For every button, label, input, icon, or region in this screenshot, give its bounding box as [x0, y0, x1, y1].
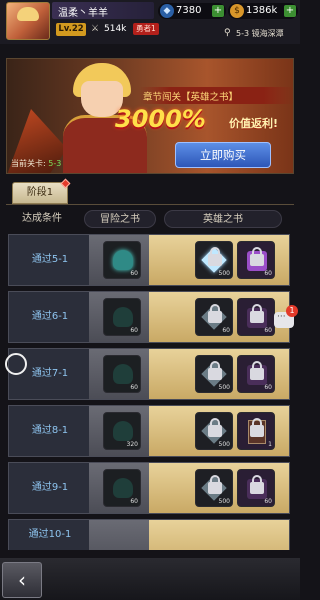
rank-badge: 勇者1	[133, 23, 159, 35]
touch-cursor-indicator	[5, 353, 27, 375]
lock-icon	[208, 418, 222, 437]
map-pin-icon: ⚲	[224, 28, 231, 38]
hero-reward-item[interactable]: 60	[237, 469, 275, 507]
banner-title: 章节闯关【英雄之书】	[143, 92, 239, 103]
player-name: 温柔丶羊羊	[58, 8, 108, 19]
lock-icon	[208, 475, 222, 494]
adventure-reward-item[interactable]: 60	[103, 355, 141, 393]
reward-row: 通过7-1 60 500 60	[8, 348, 290, 400]
lock-icon	[208, 247, 222, 266]
hero-reward-cell: 500 1	[149, 406, 289, 456]
column-condition: 达成条件	[22, 213, 62, 224]
add-gold-button[interactable]: +	[284, 5, 296, 17]
reward-row: 通过9-1 60 500 60	[8, 462, 290, 514]
current-stage-value: 5-3	[48, 159, 62, 168]
lock-icon	[250, 418, 264, 437]
combat-power: 514k	[104, 24, 127, 34]
gem-counter: ◆ 7380 +	[158, 3, 226, 19]
back-button[interactable]: ‹	[2, 562, 42, 598]
adventure-reward-cell: 60	[89, 463, 157, 513]
row-condition: 通过8-1	[31, 425, 69, 436]
player-avatar[interactable]	[6, 2, 50, 40]
hero-reward-item[interactable]: 500	[195, 355, 233, 393]
adventure-reward-item[interactable]: 60	[103, 469, 141, 507]
lock-icon	[250, 247, 264, 266]
row-condition: 通过9-1	[31, 482, 69, 493]
hero-reward-item[interactable]: 500	[195, 469, 233, 507]
bottom-bar	[0, 558, 300, 600]
reward-list[interactable]: 通过5-1 60 500 60 通过6-1 60 60 60 通过7-1 60 …	[8, 234, 290, 550]
hero-reward-item[interactable]: 60	[237, 298, 275, 336]
gem-value: 7380	[176, 5, 202, 16]
reward-row: 通过6-1 60 60 60	[8, 291, 290, 343]
row-condition: 通过5-1	[31, 254, 69, 265]
promo-banner: 章节闯关【英雄之书】 3000% 价值返利! 立即购买 当前关卡: 5-3	[6, 58, 294, 174]
divider	[6, 204, 294, 205]
adventure-reward-item[interactable]: 320	[103, 412, 141, 450]
lock-icon	[250, 475, 264, 494]
adventure-reward-cell: 60	[89, 349, 157, 399]
hero-reward-item[interactable]: 500	[195, 412, 233, 450]
back-arrow-icon: ‹	[18, 568, 26, 592]
player-name-bar: 温柔丶羊羊	[52, 2, 154, 19]
hero-reward-item[interactable]: 60	[195, 298, 233, 336]
hero-reward-cell: 60 60	[149, 292, 289, 342]
skull-icon	[113, 478, 133, 498]
chat-badge: 1	[286, 305, 298, 317]
banner-percentage: 3000%	[115, 105, 206, 133]
skull-icon	[113, 307, 133, 327]
hero-reward-item[interactable]: 500	[195, 241, 233, 279]
hero-reward-cell: 500 60	[149, 349, 289, 399]
skull-icon	[113, 250, 133, 270]
lock-icon	[250, 304, 264, 323]
tab-stage-1[interactable]: 阶段1	[12, 182, 68, 204]
row-condition: 通过10-1	[28, 529, 72, 540]
add-gems-button[interactable]: +	[212, 5, 224, 17]
adventure-reward-cell: 60	[89, 292, 157, 342]
lock-icon	[208, 361, 222, 380]
skull-icon	[113, 421, 133, 441]
skull-icon	[113, 364, 133, 384]
adventure-reward-cell	[89, 520, 157, 550]
adventure-reward-cell: 60	[89, 235, 157, 285]
reward-row: 通过8-1 320 500 1	[8, 405, 290, 457]
reward-row: 通过10-1	[8, 519, 290, 550]
gold-counter: $ 1386k +	[228, 3, 298, 19]
current-stage-label: 当前关卡: 5-3	[11, 159, 62, 168]
hero-reward-cell	[149, 520, 289, 550]
adventure-reward-item[interactable]: 60	[103, 298, 141, 336]
hero-reward-item[interactable]: 1	[237, 412, 275, 450]
coin-icon: $	[230, 4, 244, 18]
reward-row: 通过5-1 60 500 60	[8, 234, 290, 286]
gold-value: 1386k	[246, 5, 278, 16]
player-level: Lv.22	[56, 23, 86, 36]
buy-now-button[interactable]: 立即购买	[175, 142, 271, 168]
gem-icon: ◆	[160, 4, 174, 18]
column-hero-book: 英雄之书	[164, 210, 282, 228]
current-location: 5-3 镜海深潭	[236, 29, 284, 38]
lock-icon	[250, 361, 264, 380]
hero-reward-item[interactable]: 60	[237, 241, 275, 279]
hero-reward-cell: 500 60	[149, 235, 289, 285]
row-condition: 通过6-1	[31, 311, 69, 322]
hero-reward-cell: 500 60	[149, 463, 289, 513]
hero-reward-item[interactable]: 60	[237, 355, 275, 393]
lock-icon	[208, 304, 222, 323]
adventure-reward-cell: 320	[89, 406, 157, 456]
crossed-swords-icon: ⚔	[91, 24, 100, 34]
banner-subtitle: 价值返利!	[229, 117, 279, 130]
column-adventure-book: 冒险之书	[84, 210, 156, 228]
adventure-reward-item[interactable]: 60	[103, 241, 141, 279]
